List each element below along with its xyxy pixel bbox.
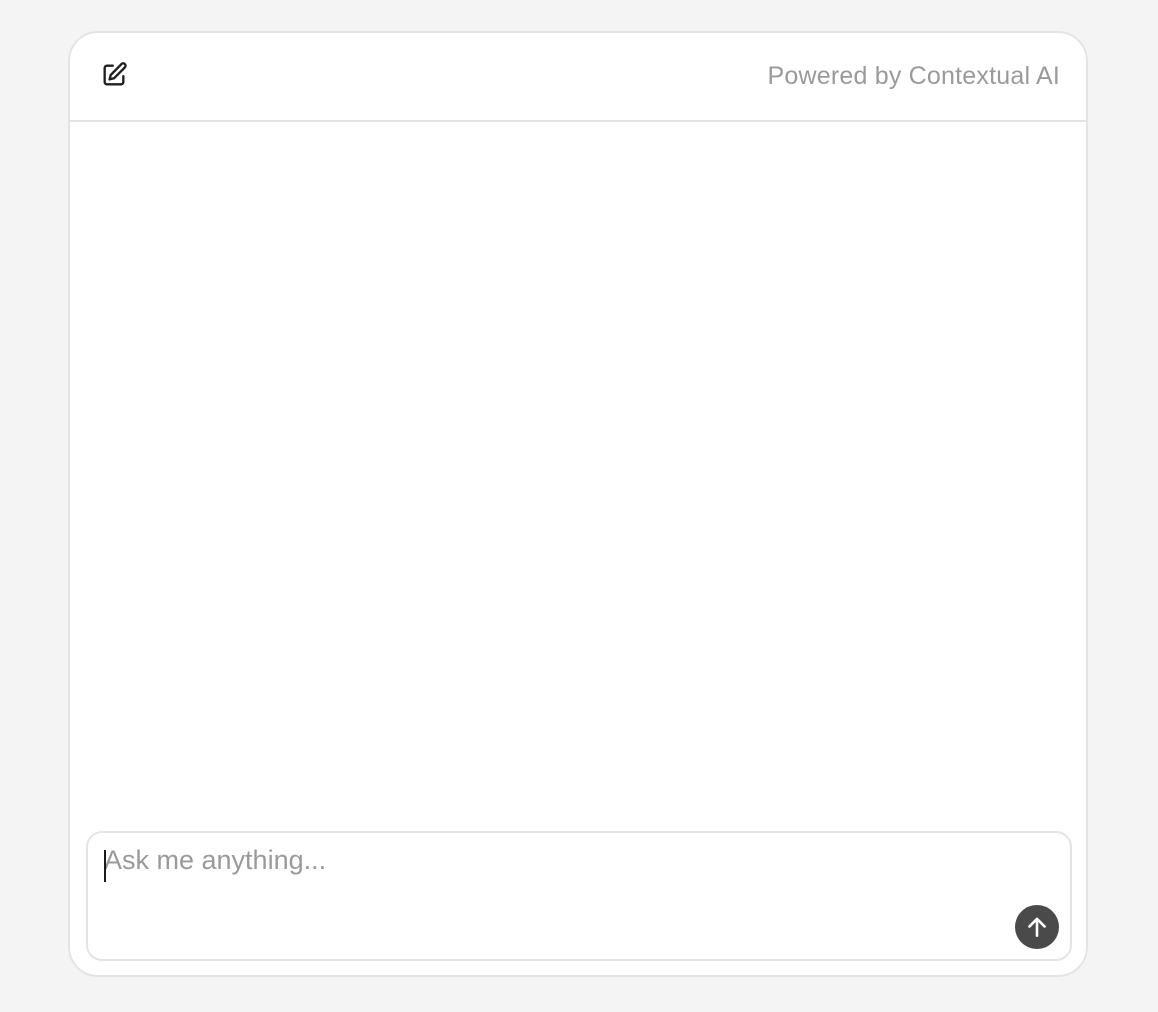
arrow-up-icon	[1024, 914, 1050, 940]
send-button[interactable]	[1015, 905, 1059, 949]
new-chat-button[interactable]	[98, 61, 130, 93]
chat-widget: Powered by Contextual AI	[68, 31, 1088, 977]
messages-area	[70, 122, 1086, 825]
message-input[interactable]	[104, 845, 1004, 885]
message-composer	[86, 831, 1072, 961]
chat-header: Powered by Contextual AI	[70, 33, 1086, 122]
powered-by-label: Powered by Contextual AI	[767, 62, 1060, 90]
edit-square-icon	[100, 61, 128, 94]
text-caret	[104, 850, 106, 882]
